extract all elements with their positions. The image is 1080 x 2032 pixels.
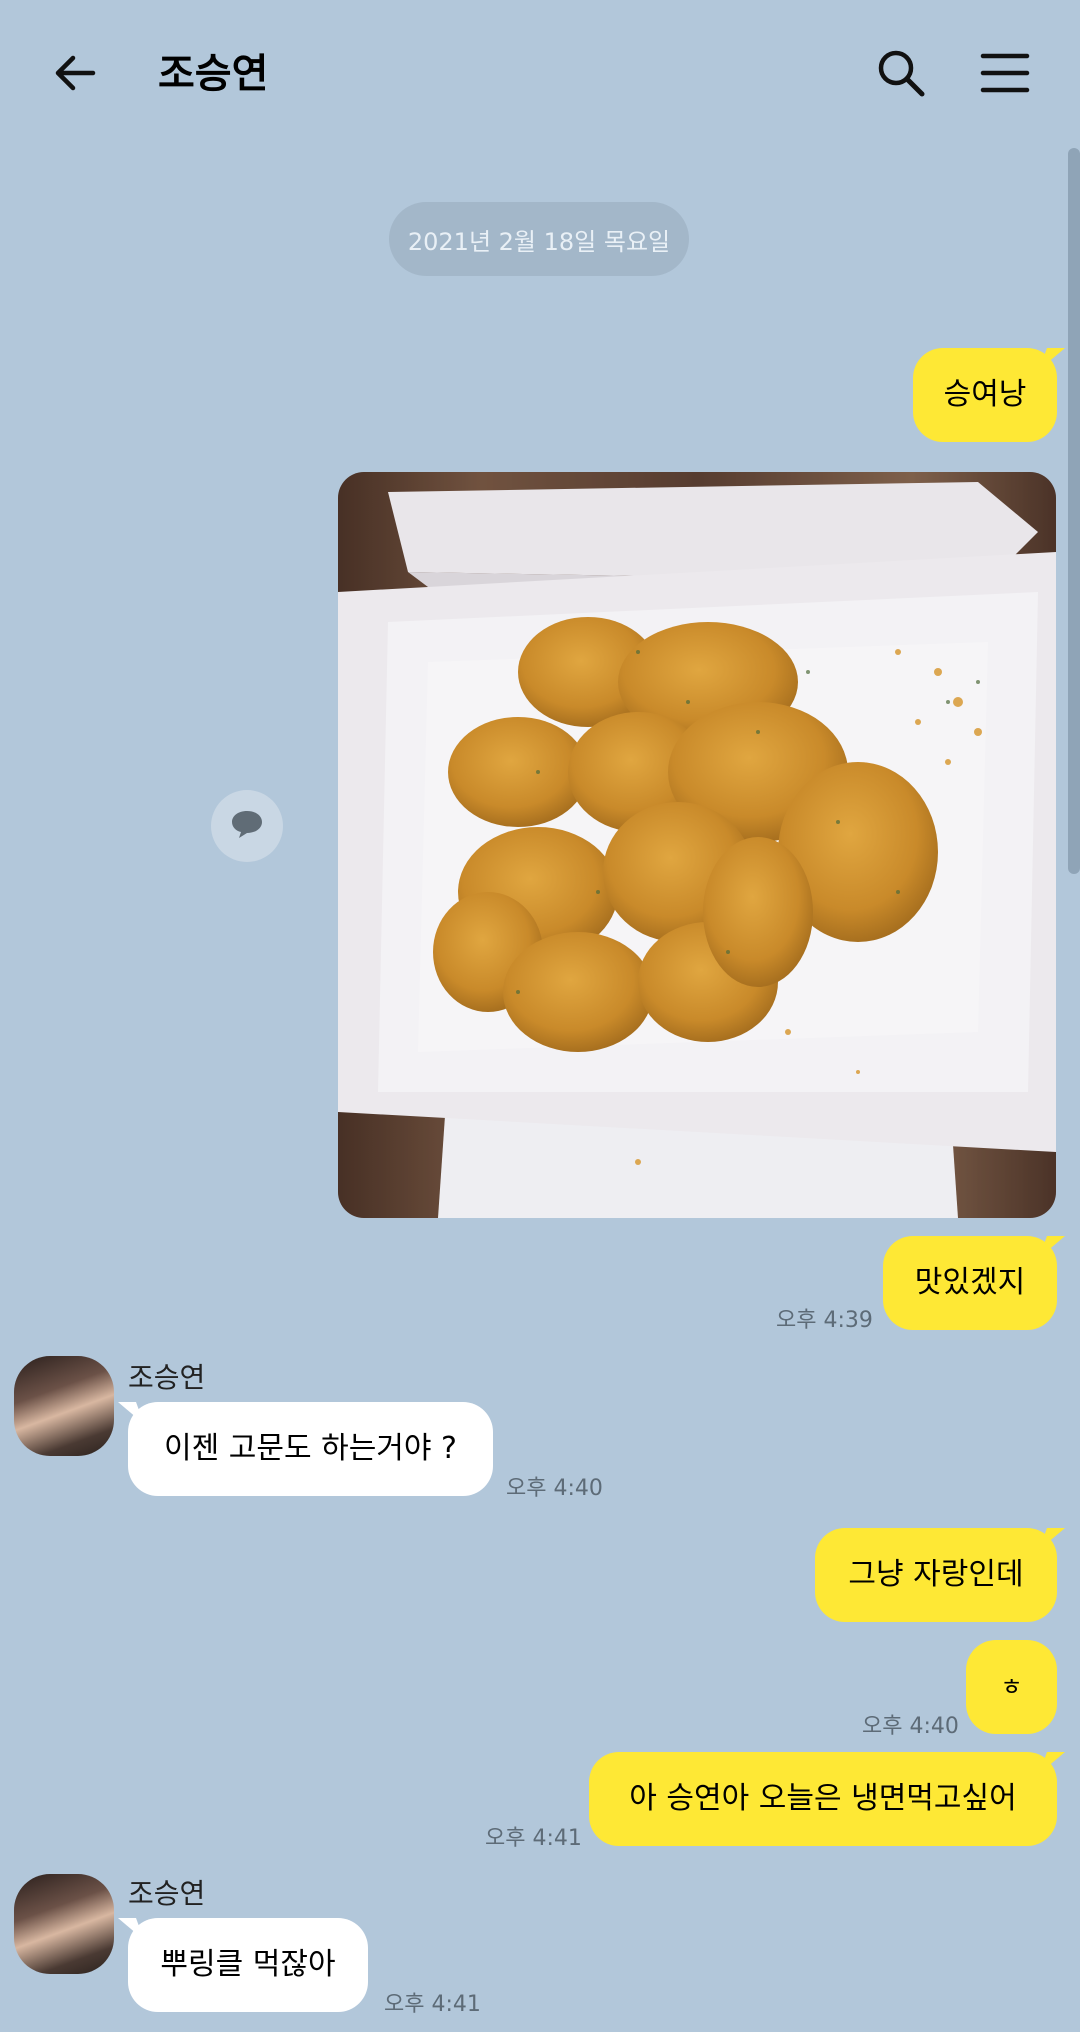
message-timestamp: 오후 4:40 bbox=[862, 1714, 959, 1739]
avatar[interactable] bbox=[14, 1356, 114, 1456]
message-bubble-sent[interactable]: 아 승연아 오늘은 냉면먹고싶어 bbox=[589, 1752, 1057, 1846]
sender-name: 조승연 bbox=[128, 1361, 206, 1394]
chat-header: 조승연 bbox=[0, 0, 1080, 150]
chat-title: 조승연 bbox=[158, 51, 269, 97]
arrow-left-icon bbox=[51, 49, 99, 101]
message-text: 승여낭 bbox=[943, 377, 1027, 412]
menu-button[interactable] bbox=[970, 40, 1040, 110]
message-bubble-received[interactable]: 뿌링클 먹잖아 bbox=[128, 1918, 368, 2012]
date-divider: 2021년 2월 18일 목요일 bbox=[389, 202, 689, 276]
message-timestamp: 오후 4:40 bbox=[506, 1476, 603, 1501]
message-text: 맛있겠지 bbox=[914, 1265, 1026, 1300]
photo-message[interactable] bbox=[338, 472, 1056, 1218]
back-button[interactable] bbox=[40, 40, 110, 110]
search-button[interactable] bbox=[866, 40, 936, 110]
scrollbar[interactable] bbox=[1068, 148, 1080, 874]
message-bubble-sent[interactable]: ㅎ bbox=[966, 1640, 1057, 1734]
message-timestamp: 오후 4:41 bbox=[485, 1826, 582, 1851]
message-timestamp: 오후 4:41 bbox=[384, 1992, 481, 2017]
message-timestamp: 오후 4:39 bbox=[776, 1308, 873, 1333]
message-bubble-sent[interactable]: 맛있겠지 bbox=[883, 1236, 1057, 1330]
speech-bubble-icon bbox=[230, 809, 264, 843]
chat-screen: 조승연 2021년 2월 18일 목요일 승여낭 오후 4:39 맛있겠지 조승… bbox=[0, 0, 1080, 2032]
search-icon bbox=[875, 47, 927, 103]
message-text: 이젠 고문도 하는거야 ? bbox=[164, 1431, 457, 1466]
chicken-box-photo bbox=[338, 472, 1056, 1218]
message-bubble-received[interactable]: 이젠 고문도 하는거야 ? bbox=[128, 1402, 493, 1496]
hamburger-menu-icon bbox=[980, 51, 1030, 99]
message-text: ㅎ bbox=[1000, 1673, 1023, 1701]
message-bubble-sent[interactable]: 승여낭 bbox=[913, 348, 1057, 442]
share-button[interactable] bbox=[211, 790, 283, 862]
message-text: 그냥 자랑인데 bbox=[848, 1557, 1024, 1592]
message-bubble-sent[interactable]: 그냥 자랑인데 bbox=[815, 1528, 1057, 1622]
message-text: 아 승연아 오늘은 냉면먹고싶어 bbox=[629, 1781, 1017, 1816]
sender-name: 조승연 bbox=[128, 1877, 206, 1910]
avatar[interactable] bbox=[14, 1874, 114, 1974]
message-text: 뿌링클 먹잖아 bbox=[160, 1947, 336, 1982]
